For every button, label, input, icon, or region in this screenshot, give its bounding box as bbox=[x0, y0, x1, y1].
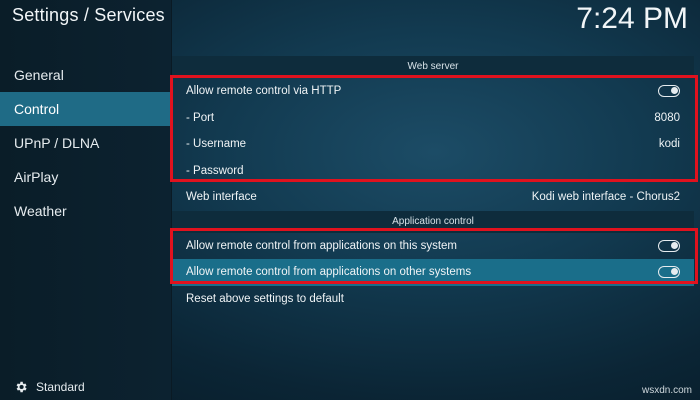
settings-content: Web server Allow remote control via HTTP… bbox=[172, 56, 694, 312]
sidebar-menu: General Control UPnP / DLNA AirPlay Weat… bbox=[0, 58, 172, 228]
sidebar-item-general[interactable]: General bbox=[0, 58, 172, 92]
setting-label: Allow remote control from applications o… bbox=[186, 266, 472, 278]
settings-level-label: Standard bbox=[36, 380, 85, 394]
setting-allow-this-system[interactable]: Allow remote control from applications o… bbox=[172, 233, 694, 260]
setting-reset-defaults[interactable]: Reset above settings to default bbox=[172, 286, 694, 313]
settings-level-button[interactable]: Standard bbox=[14, 378, 85, 396]
this-system-toggle[interactable] bbox=[658, 239, 680, 252]
clock: 7:24 PM bbox=[576, 2, 688, 35]
kodi-settings-window: General Control UPnP / DLNA AirPlay Weat… bbox=[0, 0, 700, 400]
setting-allow-other-systems[interactable]: Allow remote control from applications o… bbox=[172, 259, 694, 286]
sidebar-item-weather[interactable]: Weather bbox=[0, 194, 172, 228]
setting-label: Reset above settings to default bbox=[186, 292, 344, 305]
setting-password[interactable]: - Password bbox=[172, 158, 694, 185]
setting-label: Web interface bbox=[186, 191, 257, 203]
setting-label: Allow remote control via HTTP bbox=[186, 85, 342, 97]
setting-web-interface[interactable]: Web interface Kodi web interface - Choru… bbox=[172, 184, 694, 211]
http-toggle[interactable] bbox=[658, 85, 680, 98]
setting-label: - Password bbox=[186, 164, 244, 177]
sidebar-item-control[interactable]: Control bbox=[0, 92, 172, 126]
setting-port[interactable]: - Port 8080 bbox=[172, 105, 694, 132]
sidebar-item-upnp-dlna[interactable]: UPnP / DLNA bbox=[0, 126, 172, 160]
toggle-knob bbox=[671, 87, 678, 95]
setting-username[interactable]: - Username kodi bbox=[172, 131, 694, 158]
username-value: kodi bbox=[658, 138, 680, 150]
page-title: Settings / Services bbox=[12, 5, 165, 25]
gear-icon bbox=[16, 381, 27, 393]
web-interface-value: Kodi web interface - Chorus2 bbox=[531, 191, 680, 203]
setting-allow-http[interactable]: Allow remote control via HTTP bbox=[172, 78, 694, 105]
port-value: 8080 bbox=[654, 111, 680, 124]
sidebar: General Control UPnP / DLNA AirPlay Weat… bbox=[0, 0, 172, 400]
section-header-application-control: Application control bbox=[172, 210, 694, 233]
toggle-knob bbox=[671, 268, 678, 276]
watermark: wsxdn.com bbox=[641, 385, 692, 396]
other-systems-toggle[interactable] bbox=[658, 266, 680, 279]
sidebar-item-airplay[interactable]: AirPlay bbox=[0, 160, 172, 194]
toggle-knob bbox=[671, 241, 678, 249]
section-header-web-server: Web server bbox=[172, 56, 694, 78]
setting-label: - Username bbox=[186, 138, 247, 150]
setting-label: - Port bbox=[186, 111, 215, 124]
setting-label: Allow remote control from applications o… bbox=[186, 239, 457, 252]
